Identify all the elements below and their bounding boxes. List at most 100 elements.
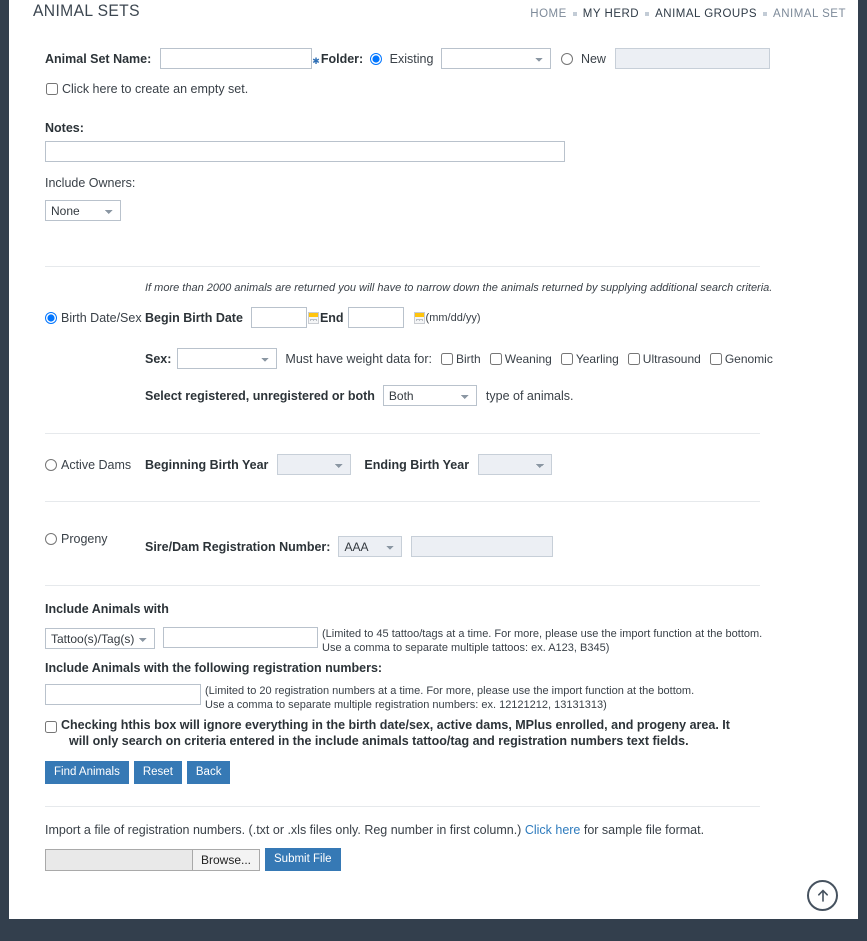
include-type-select[interactable]: Tattoo(s)/Tag(s) — [45, 628, 155, 649]
notes-label: Notes: — [45, 121, 84, 135]
sample-file-link[interactable]: Click here — [525, 823, 581, 837]
weight-checkbox-weaning[interactable] — [489, 352, 502, 365]
required-mark-icon: ✱ — [312, 56, 320, 66]
active-dams-row: Active Dams Beginning Birth Year Ending … — [45, 454, 842, 475]
find-animals-button[interactable]: Find Animals — [45, 761, 129, 784]
end-birth-date-input[interactable] — [347, 307, 404, 328]
ignore-criteria-checkbox[interactable] — [45, 721, 57, 733]
end-birth-date-label: End — [319, 310, 344, 325]
folder-new-input[interactable] — [614, 48, 770, 69]
ignore-criteria-row: Checking hthis box will ignore everythin… — [45, 717, 842, 749]
file-input-group[interactable]: Browse... — [45, 848, 261, 871]
breadcrumb-item-animal-set[interactable]: ANIMAL SET — [773, 8, 846, 20]
date-format-hint: (mm/dd/yy) — [425, 311, 481, 324]
weight-checkbox-genomic[interactable] — [709, 352, 722, 365]
browser-page: ANIMAL SETS HOME MY HERD ANIMAL GROUPS A… — [9, 0, 858, 919]
weight-checkbox-birth-text: Birth — [456, 351, 481, 366]
birth-date-sex-radio[interactable] — [45, 312, 57, 324]
folder-new-radio[interactable] — [561, 53, 574, 66]
breadcrumb-item-home[interactable]: HOME — [530, 8, 567, 20]
breadcrumb-separator-icon — [763, 12, 768, 16]
breadcrumb-item-animal-groups[interactable]: ANIMAL GROUPS — [655, 8, 757, 20]
breadcrumb-item-my-herd[interactable]: MY HERD — [583, 8, 639, 20]
tattoo-tag-input[interactable] — [163, 627, 318, 648]
folder-existing-text: Existing — [389, 51, 434, 66]
sex-select[interactable] — [177, 348, 278, 369]
progeny-text: Progeny — [61, 531, 108, 546]
page-header: ANIMAL SETS HOME MY HERD ANIMAL GROUPS A… — [9, 0, 858, 30]
tattoo-row: Tattoo(s)/Tag(s) (Limited to 45 tattoo/t… — [45, 627, 842, 655]
back-button[interactable]: Back — [186, 761, 231, 784]
registration-numbers-input[interactable] — [45, 684, 201, 705]
submit-file-button[interactable]: Submit File — [265, 848, 341, 871]
weight-checkbox-ultrasound-text: Ultrasound — [642, 351, 701, 366]
folder-new-text: New — [580, 51, 606, 66]
beginning-birth-year-select[interactable] — [277, 454, 352, 475]
registration-hint: (Limited to 20 registration numbers at a… — [205, 684, 694, 712]
import-text-before: Import a file of registration numbers. (… — [45, 823, 522, 837]
beginning-birth-year-label: Beginning Birth Year — [145, 457, 269, 472]
create-empty-set-checkbox-label[interactable]: Click here to create an empty set. — [46, 82, 248, 96]
birth-date-sex-radio-label[interactable]: Birth Date/Sex — [45, 311, 142, 325]
scroll-to-top-button[interactable] — [807, 880, 838, 911]
birth-date-warning: If more than 2000 animals are returned y… — [145, 281, 842, 295]
folder-new-radio-label[interactable]: New — [561, 52, 606, 66]
action-buttons: Find Animals Reset Back — [45, 761, 842, 784]
weight-checkbox-yearling-label[interactable]: Yearling — [560, 351, 619, 366]
weight-checkbox-ultrasound[interactable] — [627, 352, 640, 365]
active-dams-radio[interactable] — [45, 458, 57, 471]
file-upload-row: Browse... Submit File — [45, 848, 842, 871]
breadcrumb-separator-icon — [572, 12, 577, 16]
birth-date-sex-radio-row: Birth Date/Sex — [45, 311, 142, 325]
registered-select[interactable]: Both — [382, 385, 477, 406]
calendar-icon[interactable] — [413, 311, 425, 324]
active-dams-radio-label[interactable]: Active Dams — [45, 458, 145, 472]
birth-date-warning-text: If more than 2000 animals are returned y… — [145, 282, 773, 294]
create-empty-set-checkbox[interactable] — [46, 83, 58, 95]
weight-checkbox-genomic-text: Genomic — [724, 351, 773, 366]
tattoo-hint: (Limited to 45 tattoo/tags at a time. Fo… — [322, 627, 762, 655]
weight-checkbox-weaning-label[interactable]: Weaning — [489, 352, 552, 366]
registration-association-select[interactable]: AAA — [338, 536, 403, 557]
include-animals-heading: Include Animals with — [45, 602, 169, 616]
weight-data-label: Must have weight data for: — [285, 351, 433, 366]
animal-set-name-row: Animal Set Name: ✱ Folder: Existing New — [45, 48, 842, 69]
import-description: Import a file of registration numbers. (… — [45, 823, 842, 837]
registered-type-row: Select registered, unregistered or both … — [145, 385, 842, 406]
progeny-radio-label[interactable]: Progeny — [45, 532, 145, 546]
folder-label: Folder: — [320, 51, 364, 66]
reset-button[interactable]: Reset — [133, 761, 182, 784]
weight-checkbox-birth[interactable] — [441, 352, 454, 365]
sire-dam-registration-input[interactable] — [411, 536, 554, 557]
weight-checkbox-ultrasound-label[interactable]: Ultrasound — [627, 351, 701, 366]
registration-hint-line1: (Limited to 20 registration numbers at a… — [205, 685, 695, 697]
registration-numbers-row: (Limited to 20 registration numbers at a… — [45, 684, 842, 712]
breadcrumb-separator-icon — [645, 12, 650, 16]
notes-input[interactable] — [45, 141, 565, 162]
import-text-after: for sample file format. — [583, 823, 705, 837]
browse-button[interactable]: Browse... — [192, 848, 261, 871]
ignore-criteria-line1: Checking hthis box will ignore everythin… — [61, 718, 730, 732]
folder-existing-radio[interactable] — [370, 53, 383, 66]
animal-set-name-input[interactable] — [160, 48, 313, 69]
file-path-display[interactable] — [45, 848, 192, 871]
weight-checkbox-genomic-label[interactable]: Genomic — [709, 351, 773, 366]
folder-existing-radio-label[interactable]: Existing — [370, 52, 433, 66]
include-animals-section: Include Animals with Tattoo(s)/Tag(s) (L… — [45, 586, 842, 784]
folder-existing-select[interactable] — [441, 48, 552, 69]
weight-checkbox-birth-label[interactable]: Birth — [441, 352, 481, 366]
weight-checkbox-yearling[interactable] — [560, 352, 573, 365]
active-dams-text: Active Dams — [61, 457, 132, 472]
calendar-icon[interactable] — [307, 311, 319, 324]
birth-date-sex-section: If more than 2000 animals are returned y… — [45, 267, 842, 420]
sire-dam-registration-label: Sire/Dam Registration Number: — [145, 539, 331, 554]
tattoo-hint-line2: Use a comma to separate multiple tattoos… — [322, 642, 610, 654]
sex-weight-row: Sex: Must have weight data for: Birth We… — [145, 348, 842, 369]
birth-date-sex-text: Birth Date/Sex — [61, 311, 142, 325]
begin-birth-date-input[interactable] — [250, 307, 307, 328]
progeny-radio[interactable] — [45, 532, 57, 545]
page-title: ANIMAL SETS — [33, 1, 140, 20]
include-owners-select[interactable]: None — [45, 200, 121, 221]
ending-birth-year-select[interactable] — [478, 454, 553, 475]
weight-checkbox-yearling-text: Yearling — [575, 351, 619, 366]
